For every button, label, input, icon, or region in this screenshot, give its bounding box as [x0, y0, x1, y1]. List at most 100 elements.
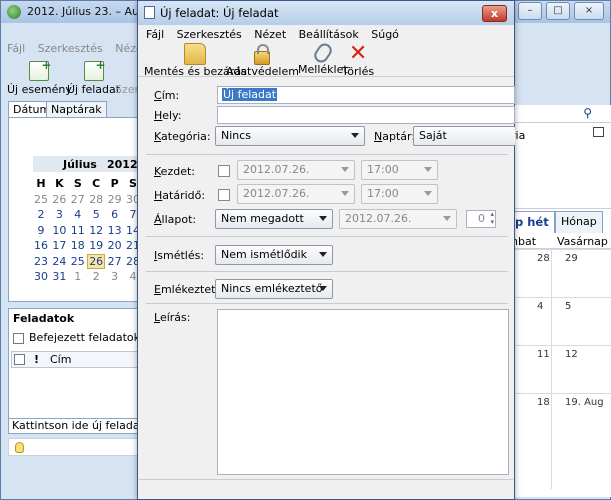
minicalendar-day[interactable]: 3: [50, 207, 68, 222]
minicalendar-day[interactable]: 2: [32, 207, 50, 222]
weekday-header: C: [92, 177, 101, 190]
tab-calendars[interactable]: Naptárak: [46, 101, 107, 118]
weekday-header: K: [55, 177, 64, 190]
maximize-button[interactable]: □: [546, 2, 570, 20]
due-date-picker[interactable]: 2012.07.26.: [237, 184, 355, 204]
reminder-select[interactable]: Nincs emlékeztető: [215, 279, 333, 299]
month-day-number[interactable]: 18: [537, 397, 550, 408]
attachment-button[interactable]: Melléklet: [298, 40, 348, 76]
minicalendar-pane: Július 2012 HKSCPSV252627282930123456789…: [8, 117, 158, 302]
description-textarea[interactable]: [217, 309, 509, 475]
minicalendar-day[interactable]: 24: [50, 254, 68, 269]
minicalendar-today[interactable]: 26: [87, 253, 106, 269]
minimize-button[interactable]: –: [518, 2, 542, 20]
main-toolbar: Új esemény Új feladat Szerke: [1, 58, 152, 99]
main-menu-file[interactable]: Fájl: [7, 42, 25, 55]
dialog-close-button[interactable]: x: [482, 5, 507, 22]
show-completed-checkbox[interactable]: [13, 332, 24, 344]
tab-month-view[interactable]: Hónap: [555, 211, 603, 233]
minicalendar-day[interactable]: 27: [69, 192, 87, 207]
new-task-dialog: Új feladat: Új feladat x Fájl Szerkeszté…: [137, 0, 515, 500]
minicalendar-day[interactable]: 12: [87, 223, 105, 238]
dialog-titlebar[interactable]: Új feladat: Új feladat x: [138, 1, 514, 25]
chevron-down-icon: [443, 216, 451, 221]
lock-icon: [254, 44, 271, 65]
minicalendar-day[interactable]: 2: [87, 269, 105, 284]
minicalendar-day[interactable]: 25: [69, 254, 87, 269]
main-menu-edit[interactable]: Szerkesztés: [38, 42, 103, 55]
minicalendar-day[interactable]: 13: [106, 223, 124, 238]
minicalendar-day[interactable]: 27: [106, 254, 124, 269]
month-day-number[interactable]: 5: [565, 301, 571, 312]
minicalendar-day[interactable]: 30: [32, 269, 50, 284]
delete-x-icon: ✕: [348, 41, 368, 66]
minicalendar-day[interactable]: 3: [106, 269, 124, 284]
dialog-menu-options[interactable]: Beállítások: [299, 28, 359, 41]
search-icon[interactable]: ⚲: [583, 106, 592, 120]
minicalendar-day[interactable]: 25: [32, 192, 50, 207]
category-select[interactable]: Nincs: [215, 126, 365, 146]
minicalendar-day[interactable]: 28: [87, 192, 105, 207]
due-checkbox[interactable]: [218, 189, 230, 201]
status-date-picker[interactable]: 2012.07.26.: [339, 209, 457, 229]
search-box[interactable]: ⚲: [511, 105, 611, 123]
due-time-picker[interactable]: 17:00: [361, 184, 438, 204]
task-add-icon: [83, 58, 106, 81]
month-day-number[interactable]: 4: [537, 301, 543, 312]
priority-icon[interactable]: !: [34, 353, 39, 366]
title-input[interactable]: Új feladat: [217, 86, 515, 104]
privacy-button[interactable]: Adatvédelem: [226, 43, 299, 78]
location-input[interactable]: [217, 106, 515, 124]
dialog-menu-help[interactable]: Súgó: [371, 28, 399, 41]
minicalendar-day[interactable]: 31: [50, 269, 68, 284]
minicalendar-day[interactable]: 10: [50, 223, 68, 238]
calendar-select[interactable]: Saját: [413, 126, 515, 146]
main-close-button[interactable]: ×: [574, 2, 604, 20]
weekday-header: S: [73, 177, 82, 190]
column-title[interactable]: Cím: [50, 353, 71, 366]
add-task-input[interactable]: Kattintson ide új feladat hoz: [8, 418, 139, 434]
minicalendar-day[interactable]: 11: [69, 223, 87, 238]
minicalendar-day[interactable]: 20: [106, 238, 124, 253]
chevron-down-icon: [424, 167, 432, 172]
week-row-divider: [511, 297, 611, 298]
tab-week-view[interactable]: p hét: [509, 211, 555, 233]
delete-button[interactable]: ✕ Törlés: [342, 41, 374, 79]
dialog-menu-view[interactable]: Nézet: [254, 28, 286, 41]
minicalendar-day[interactable]: 4: [69, 207, 87, 222]
start-date-picker[interactable]: 2012.07.26.: [237, 160, 355, 180]
minicalendar-day[interactable]: 5: [87, 207, 105, 222]
minicalendar-day[interactable]: 26: [50, 192, 68, 207]
month-day-number[interactable]: 12: [565, 349, 578, 360]
chevron-down-icon: [424, 191, 432, 196]
dialog-menu-edit[interactable]: Szerkesztés: [177, 28, 242, 41]
column-picker-icon[interactable]: [593, 127, 604, 137]
chevron-down-icon: [351, 133, 359, 138]
status-select[interactable]: Nem megadott: [215, 209, 333, 229]
minicalendar-day[interactable]: 6: [106, 207, 124, 222]
minicalendar-day[interactable]: 23: [32, 254, 50, 269]
minicalendar-day[interactable]: 1: [69, 269, 87, 284]
percent-complete-spinner[interactable]: 0: [466, 210, 496, 228]
minicalendar-month[interactable]: Július: [63, 158, 97, 171]
month-day-number[interactable]: 19. Aug: [565, 397, 604, 408]
start-checkbox[interactable]: [218, 165, 230, 177]
month-day-number[interactable]: 11: [537, 349, 550, 360]
month-day-number[interactable]: 28: [537, 253, 550, 264]
new-task-button[interactable]: Új feladat: [67, 58, 120, 96]
weekday-header: P: [110, 177, 119, 190]
minicalendar-day[interactable]: 17: [50, 238, 68, 253]
minicalendar-year[interactable]: 2012: [107, 158, 138, 171]
category-label: Kategória:: [154, 130, 211, 143]
dialog-menu-file[interactable]: Fájl: [146, 28, 164, 41]
month-day-number[interactable]: 29: [565, 253, 578, 264]
repeat-select[interactable]: Nem ismétlődik: [215, 245, 333, 265]
minicalendar-day[interactable]: 19: [87, 238, 105, 253]
weekday-header: H: [36, 177, 46, 190]
minicalendar-day[interactable]: 18: [69, 238, 87, 253]
minicalendar-day[interactable]: 29: [106, 192, 124, 207]
new-event-button[interactable]: Új esemény: [7, 58, 72, 96]
minicalendar-day[interactable]: 16: [32, 238, 50, 253]
start-time-picker[interactable]: 17:00: [361, 160, 438, 180]
minicalendar-day[interactable]: 9: [32, 223, 50, 238]
